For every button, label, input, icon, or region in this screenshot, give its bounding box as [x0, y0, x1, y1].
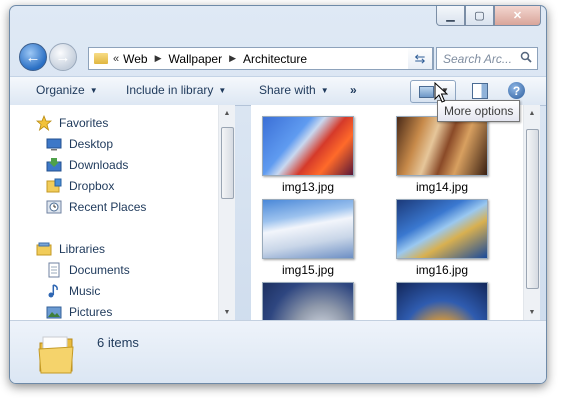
folder-icon	[38, 333, 74, 375]
sidebar-item-label: Music	[69, 283, 101, 298]
scrollbar-thumb[interactable]	[526, 129, 539, 289]
scroll-up-icon[interactable]: ▲	[219, 105, 235, 121]
file-item[interactable]	[387, 282, 497, 320]
navigation-bar: ← → « Web ▶ Wallpaper ▶ Architecture ▼ ⇆…	[10, 38, 546, 72]
breadcrumb-overflow[interactable]: «	[113, 53, 119, 65]
more-options-tooltip: More options	[437, 100, 521, 122]
back-arrow-icon: ←	[25, 48, 41, 66]
forward-button[interactable]: →	[49, 43, 77, 71]
details-pane: 6 items	[10, 320, 546, 383]
file-name: img16.jpg	[415, 263, 469, 277]
views-icon	[419, 86, 434, 98]
image-thumbnail	[262, 282, 354, 320]
navigation-scrollbar[interactable]: ▲ ▼	[218, 105, 235, 320]
file-item[interactable]: img15.jpg	[253, 199, 363, 277]
file-item[interactable]: img16.jpg	[387, 199, 497, 277]
address-bar[interactable]: « Web ▶ Wallpaper ▶ Architecture ▼	[88, 47, 434, 70]
sidebar-item-label: Recent Places	[69, 199, 147, 214]
item-count: 6 items	[97, 335, 139, 350]
minimize-icon: ▁	[446, 10, 455, 22]
file-name: img15.jpg	[281, 263, 335, 277]
sidebar-item-label: Documents	[69, 262, 130, 277]
breadcrumb-arrow-icon[interactable]: ▶	[155, 53, 162, 64]
share-with-menu[interactable]: Share with ▼	[259, 83, 329, 97]
file-item[interactable]: img13.jpg	[253, 116, 363, 194]
file-list: img13.jpg img14.jpg img15.jpg img16.jpg	[251, 105, 523, 320]
breadcrumb-web[interactable]: Web	[123, 52, 147, 66]
image-thumbnail	[262, 116, 354, 176]
desktop-icon	[46, 136, 62, 152]
sidebar-item-desktop[interactable]: Desktop	[46, 133, 113, 154]
sidebar-item-label: Dropbox	[69, 178, 115, 193]
search-placeholder[interactable]: Search Arc...	[443, 52, 513, 66]
documents-icon	[46, 262, 62, 278]
refresh-icon: ⇆	[414, 50, 426, 66]
downloads-icon	[46, 157, 62, 173]
sidebar-item-recent-places[interactable]: Recent Places	[46, 196, 146, 217]
maximize-icon: ▢	[474, 10, 485, 22]
sidebar-item-label: Libraries	[59, 241, 106, 256]
sidebar-item-label: Downloads	[69, 157, 129, 172]
search-icon[interactable]	[520, 51, 532, 66]
navigation-pane: Favorites Desktop Downloads Dropbox Rece…	[10, 105, 234, 320]
image-thumbnail	[262, 199, 354, 259]
include-in-library-menu[interactable]: Include in library ▼	[126, 83, 226, 97]
scroll-down-icon[interactable]: ▼	[219, 304, 235, 320]
scroll-up-icon[interactable]: ▲	[524, 105, 540, 121]
sidebar-item-pictures[interactable]: Pictures	[46, 301, 112, 320]
caption-buttons: ▁ ▢ ✕	[436, 6, 541, 26]
sidebar-item-dropbox[interactable]: Dropbox	[46, 175, 114, 196]
image-thumbnail	[396, 282, 488, 320]
scrollbar-thumb[interactable]	[221, 127, 234, 199]
close-icon: ✕	[512, 10, 523, 22]
sidebar-item-music[interactable]: Music	[46, 280, 100, 301]
share-label: Share with	[259, 83, 316, 97]
sidebar-item-label: Favorites	[59, 115, 109, 130]
preview-pane-icon[interactable]	[472, 83, 488, 99]
breadcrumb-wallpaper[interactable]: Wallpaper	[169, 52, 223, 66]
pictures-icon	[46, 304, 62, 320]
back-button[interactable]: ←	[19, 43, 47, 71]
explorer-window: ▁ ▢ ✕ ← → « Web ▶ Wallpaper ▶ Architectu…	[9, 5, 547, 384]
breadcrumb-architecture[interactable]: Architecture	[243, 52, 307, 66]
star-icon	[35, 114, 53, 131]
maximize-button[interactable]: ▢	[465, 6, 494, 26]
search-box[interactable]: Search Arc...	[436, 47, 538, 70]
file-name: img14.jpg	[415, 180, 469, 194]
mouse-cursor-icon	[434, 81, 449, 107]
sidebar-item-downloads[interactable]: Downloads	[46, 154, 128, 175]
scroll-down-icon[interactable]: ▼	[524, 304, 540, 320]
file-item[interactable]	[253, 282, 363, 320]
close-button[interactable]: ✕	[494, 6, 541, 26]
sidebar-item-documents[interactable]: Documents	[46, 259, 130, 280]
refresh-button[interactable]: ⇆	[408, 47, 433, 70]
forward-arrow-icon: →	[55, 48, 71, 66]
breadcrumb-arrow-icon[interactable]: ▶	[229, 53, 236, 64]
chevron-down-icon: ▼	[320, 86, 329, 95]
image-thumbnail	[396, 199, 488, 259]
sidebar-item-label: Desktop	[69, 136, 114, 151]
file-name: img13.jpg	[281, 180, 335, 194]
file-item[interactable]: img14.jpg	[387, 116, 497, 194]
sidebar-item-label: Pictures	[69, 304, 113, 319]
music-icon	[46, 283, 62, 299]
minimize-button[interactable]: ▁	[436, 6, 465, 26]
libraries-icon	[36, 241, 52, 257]
help-icon[interactable]: ?	[508, 82, 525, 99]
sidebar-libraries[interactable]: Libraries	[36, 238, 105, 259]
recent-places-icon	[46, 199, 62, 215]
dropbox-folder-icon	[46, 178, 62, 194]
chevron-down-icon: ▼	[218, 86, 227, 95]
organize-label: Organize	[36, 83, 85, 97]
more-commands-button[interactable]: »	[350, 83, 357, 97]
sidebar-favorites[interactable]: Favorites	[35, 112, 109, 133]
organize-menu[interactable]: Organize ▼	[36, 83, 98, 97]
include-label: Include in library	[126, 83, 214, 97]
content-scrollbar[interactable]: ▲ ▼	[523, 105, 540, 320]
folder-icon	[94, 53, 108, 64]
image-thumbnail	[396, 116, 488, 176]
chevron-down-icon: ▼	[89, 86, 98, 95]
